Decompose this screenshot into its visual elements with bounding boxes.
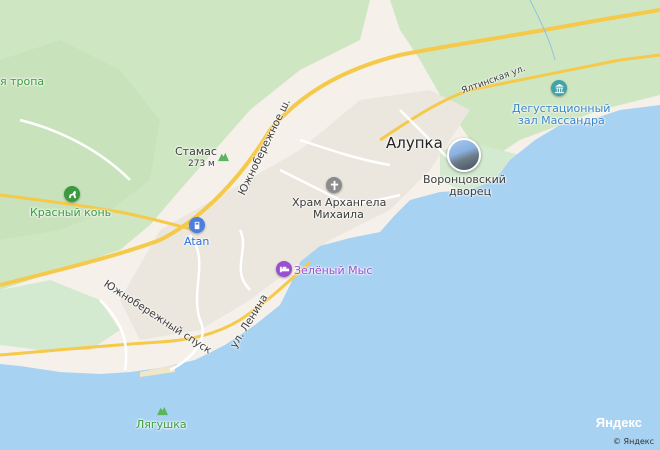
mountain-peak-icon <box>216 149 230 163</box>
peak-name-label: Стамас <box>175 145 217 158</box>
church-icon[interactable] <box>326 177 342 193</box>
hotel-label[interactable]: Зелёный Мыс <box>294 264 372 277</box>
yandex-logo[interactable]: Яндекс <box>596 415 642 430</box>
museum-icon[interactable] <box>551 80 567 96</box>
lyagushka-label[interactable]: Лягушка <box>136 418 187 431</box>
copyright-label[interactable]: © Яндекс <box>613 437 654 446</box>
gas-station-icon[interactable] <box>189 217 205 233</box>
massandra-label-line2[interactable]: зал Массандра <box>518 114 605 127</box>
red-horse-label[interactable]: Красный конь <box>30 206 111 219</box>
mountain-peak-icon <box>155 403 169 417</box>
museum-photo-icon[interactable] <box>447 138 481 172</box>
vorontsov-label-line2[interactable]: дворец <box>449 185 491 198</box>
peak-elevation-label: 273 м <box>188 159 215 169</box>
hotel-icon[interactable] <box>276 261 292 277</box>
map-canvas[interactable] <box>0 0 660 450</box>
church-label-line2[interactable]: Михаила <box>313 208 364 221</box>
city-label-alupka[interactable]: Алупка <box>386 136 443 151</box>
gas-station-label[interactable]: Atan <box>184 235 209 248</box>
trail-label: я тропа <box>0 75 45 88</box>
horse-riding-icon[interactable] <box>64 186 80 202</box>
